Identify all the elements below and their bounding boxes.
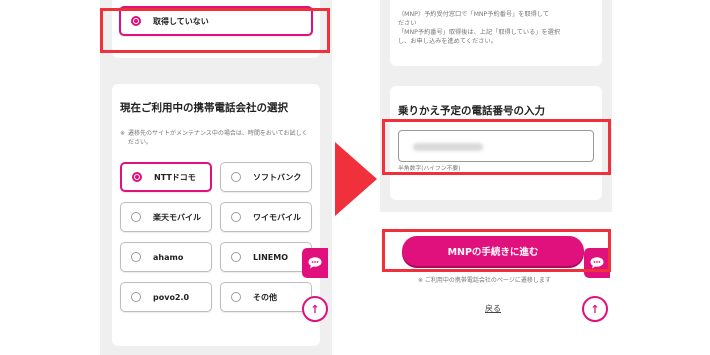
back-link[interactable]: 戻る: [485, 303, 501, 314]
radio-icon: [131, 252, 141, 262]
radio-icon: [231, 292, 241, 302]
arrow-up-icon: ↑: [310, 302, 320, 316]
carrier-option-label: ワイモバイル: [253, 212, 301, 222]
scroll-top-button[interactable]: ↑: [302, 296, 328, 322]
scroll-top-button[interactable]: ↑: [582, 296, 608, 322]
radio-icon: [231, 252, 241, 262]
radio-selected-icon: [132, 172, 142, 182]
carrier-option[interactable]: 楽天モバイル: [120, 202, 212, 232]
comparison-stage: 取得していない 現在ご利用中の携帯電話会社の選択 ※ 遷移先のサイトがメンテナン…: [0, 0, 710, 355]
mnp-guide-card: （MNP）予約受付窓口で「MNP予約番号」を取得して ださい 「MNP予約番号」…: [390, 0, 602, 66]
carrier-option[interactable]: povo2.0: [120, 282, 212, 312]
right-arrow-icon: [335, 142, 377, 216]
carrier-section-title: 現在ご利用中の携帯電話会社の選択: [120, 102, 288, 114]
highlight-box-not-acquired: [100, 8, 330, 53]
radio-icon: [231, 212, 241, 222]
chat-button[interactable]: [302, 248, 328, 278]
maintenance-note: 遷移先のサイトがメンテナンス中の場合は、時間をおいてお試しください。: [128, 130, 308, 146]
guide-line-3: 「MNP予約番号」取得後は、上記「取得している」を選択: [398, 29, 561, 36]
radio-icon: [131, 292, 141, 302]
guide-line-2: ださい: [398, 20, 417, 27]
carrier-option-label: 楽天モバイル: [153, 212, 201, 222]
right-phone-screen: （MNP）予約受付窓口で「MNP予約番号」を取得して ださい 「MNP予約番号」…: [380, 0, 612, 355]
arrow-up-icon: ↑: [590, 302, 600, 316]
carrier-option-label: ahamo: [153, 252, 184, 262]
carrier-option-label: NTTドコモ: [154, 172, 196, 182]
highlight-box-submit: [382, 229, 611, 272]
carrier-select-card: 現在ご利用中の携帯電話会社の選択 ※ 遷移先のサイトがメンテナンス中の場合は、時…: [112, 84, 320, 346]
radio-icon: [231, 172, 241, 182]
radio-icon: [131, 212, 141, 222]
carrier-option[interactable]: NTTドコモ: [120, 162, 212, 192]
highlight-box-phone-input: [382, 119, 611, 175]
carrier-option-label: LINEMO: [253, 252, 288, 262]
carrier-option[interactable]: ソフトバンク: [220, 162, 312, 192]
guide-line-4: し、お申し込みを進めてください。: [398, 38, 497, 45]
redirect-note: ※ ご利用中の携帯電話会社のページに遷移します: [418, 277, 551, 284]
carrier-option-label: ソフトバンク: [253, 172, 302, 182]
carrier-option[interactable]: ワイモバイル: [220, 202, 312, 232]
phone-section-title: 乗りかえ予定の電話番号の入力: [398, 105, 545, 117]
guide-line-1: （MNP）予約受付窓口で「MNP予約番号」を取得して: [398, 11, 549, 18]
left-phone-screen: 取得していない 現在ご利用中の携帯電話会社の選択 ※ 遷移先のサイトがメンテナン…: [100, 0, 332, 355]
note-mark: ※: [120, 130, 126, 137]
carrier-option-label: その他: [253, 292, 277, 302]
carrier-option[interactable]: その他: [220, 282, 312, 312]
chat-bubble-icon: [308, 257, 322, 269]
carrier-option-label: povo2.0: [153, 292, 190, 302]
carrier-option[interactable]: ahamo: [120, 242, 212, 272]
carrier-option[interactable]: LINEMO: [220, 242, 312, 272]
